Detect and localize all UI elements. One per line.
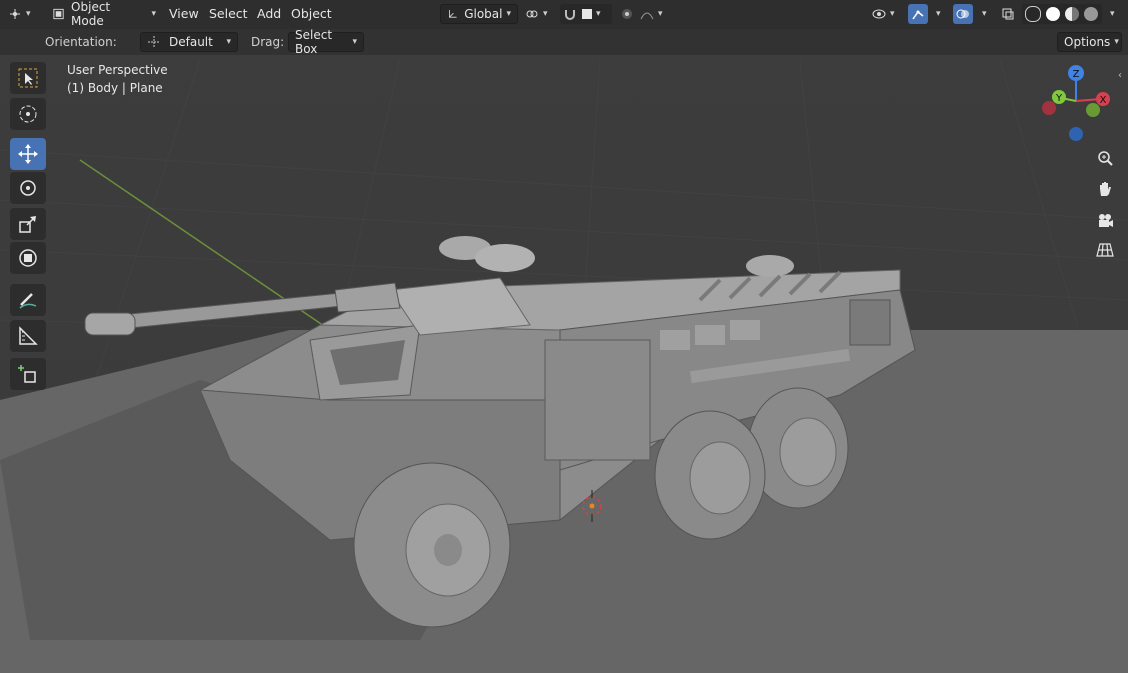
gizmo-neg-y[interactable]: [1086, 103, 1100, 117]
eye-icon: [872, 9, 886, 19]
zoom-icon[interactable]: [1093, 146, 1117, 170]
orientation-label: Global: [464, 7, 503, 21]
cursor-icon: [19, 105, 37, 123]
falloff-curve-icon: [640, 12, 654, 20]
rotate-tool[interactable]: [10, 172, 46, 204]
cursor-tool[interactable]: [10, 98, 46, 130]
tool-settings-bar: Orientation: Default ▾ Drag: Select Box …: [0, 28, 1128, 56]
chevron-down-icon: ▾: [543, 9, 548, 19]
camera-view-icon[interactable]: [1093, 208, 1117, 232]
mode-label: Object Mode: [71, 0, 111, 28]
gizmo-z-label: Z: [1073, 69, 1080, 80]
chevron-down-icon[interactable]: ▾: [936, 9, 941, 19]
overlays-toggle[interactable]: [953, 4, 973, 24]
gizmo-neg-z[interactable]: [1069, 127, 1083, 141]
chevron-down-icon: ▾: [1114, 37, 1119, 47]
gizmo-toggle[interactable]: [908, 4, 928, 24]
chevron-down-icon[interactable]: ▾: [1110, 9, 1115, 19]
view-name: User Perspective: [67, 63, 168, 77]
gizmo-icon: [912, 10, 924, 20]
shading-modes: [1022, 4, 1102, 24]
chevron-down-icon: ▾: [506, 9, 511, 19]
add-cube-tool[interactable]: [10, 358, 46, 390]
drag-setting-value: Select Box: [295, 28, 333, 56]
ruler-icon: [19, 326, 38, 345]
link-icon: [526, 10, 538, 18]
object-mode-icon: [53, 8, 64, 20]
material-shading-icon[interactable]: [1065, 7, 1079, 21]
orientation-axes-icon: [448, 10, 457, 18]
transform-icon: [19, 249, 37, 267]
xray-icon: [1002, 8, 1014, 20]
gizmo-x-label: X: [1100, 95, 1107, 106]
menu-select[interactable]: Select: [209, 6, 248, 21]
wireframe-shading-icon[interactable]: [1025, 6, 1041, 22]
drag-setting-dropdown[interactable]: Select Box ▾: [288, 28, 364, 56]
menu-add[interactable]: Add: [257, 6, 281, 21]
drag-setting-label: Drag:: [251, 35, 285, 49]
options-label: Options: [1064, 35, 1111, 49]
options-dropdown[interactable]: Options ▾: [1057, 32, 1122, 52]
chevron-down-icon: ▾: [596, 9, 601, 19]
select-box-icon: [18, 68, 38, 88]
move-tool[interactable]: [10, 138, 46, 170]
viewport-header: ▾ Object Mode ▾ View Select Add Object G…: [0, 0, 1128, 29]
orientation-axes-icon: [148, 36, 160, 48]
scale-icon: [19, 216, 36, 233]
axes-icon: [10, 9, 20, 19]
chevron-down-icon: ▾: [226, 37, 231, 47]
overlay-circles-icon: [956, 9, 969, 19]
chevron-down-icon: ▾: [890, 9, 895, 19]
magnet-icon: [565, 10, 575, 20]
mode-dropdown[interactable]: Object Mode ▾: [48, 0, 156, 28]
snap-element-icon: [582, 9, 592, 19]
menu-view[interactable]: View: [169, 6, 199, 21]
chevron-down-icon: ▾: [352, 37, 357, 47]
chevron-down-icon: ▾: [151, 9, 156, 19]
pencil-icon: [19, 293, 37, 309]
rotate-icon: [20, 180, 36, 196]
chevron-down-icon: ▾: [658, 9, 663, 19]
chevron-down-icon[interactable]: ▾: [982, 9, 987, 19]
transform-orientation-dropdown[interactable]: Global ▾: [440, 4, 518, 24]
measure-tool[interactable]: [10, 320, 46, 352]
pivot-dropdown[interactable]: ▾: [525, 4, 555, 24]
proportional-edit-toggle[interactable]: ▾: [618, 4, 668, 24]
orientation-setting-label: Orientation:: [45, 35, 117, 49]
snap-toggle[interactable]: ▾: [560, 4, 612, 24]
3d-viewport[interactable]: User Perspective (1) Body | Plane Z X Y: [0, 0, 1128, 673]
pan-hand-icon[interactable]: [1093, 177, 1117, 201]
orientation-setting-dropdown[interactable]: Default ▾: [140, 32, 238, 52]
solid-shading-icon[interactable]: [1046, 7, 1060, 21]
navigation-gizmo[interactable]: Z X Y: [1035, 63, 1120, 145]
orientation-setting-value: Default: [169, 35, 213, 49]
object-info: (1) Body | Plane: [67, 81, 163, 95]
move-arrows-icon: [18, 144, 38, 164]
rendered-shading-icon[interactable]: [1084, 7, 1098, 21]
select-box-tool[interactable]: [10, 62, 46, 94]
gizmo-y-label: Y: [1055, 93, 1063, 104]
add-cube-icon: [18, 365, 36, 383]
proportional-edit-icon: [622, 9, 632, 19]
scale-tool[interactable]: [10, 208, 46, 240]
menu-object[interactable]: Object: [291, 6, 332, 21]
transform-tool[interactable]: [10, 242, 46, 274]
gizmo-neg-x[interactable]: [1042, 101, 1056, 115]
xray-toggle[interactable]: [998, 4, 1018, 24]
perspective-toggle-icon[interactable]: [1093, 238, 1117, 262]
visibility-dropdown[interactable]: ▾: [872, 4, 902, 24]
sidebar-toggle-arrow[interactable]: ‹: [1118, 70, 1122, 81]
scene-render: [0, 59, 1128, 673]
annotate-tool[interactable]: [10, 284, 46, 316]
chevron-down-icon: ▾: [26, 9, 31, 19]
editor-type-dropdown[interactable]: ▾: [8, 4, 42, 24]
